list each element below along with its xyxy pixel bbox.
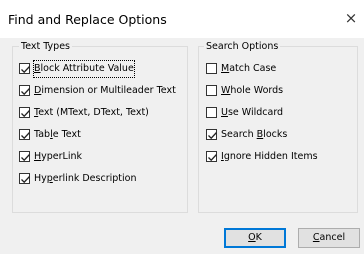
title-bar: Find and Replace Options × [0, 0, 364, 38]
checkbox-box[interactable] [19, 151, 30, 162]
ok-button[interactable]: OK [224, 228, 286, 248]
checkmark-icon [208, 132, 217, 140]
close-icon: × [344, 9, 358, 27]
checkbox-label: Text (MText, DText, Text) [34, 107, 149, 118]
text-types-legend: Text Types [19, 41, 73, 53]
checkmark-icon [21, 110, 30, 118]
checkbox-box[interactable] [19, 63, 30, 74]
checkmark-icon [21, 154, 30, 162]
checkbox-label: Match Case [221, 63, 277, 74]
checkbox-box[interactable] [206, 63, 217, 74]
checkbox-box[interactable] [19, 173, 30, 184]
text-types-group: Text Types Block Attribute Value Dimensi… [12, 41, 188, 213]
checkmark-icon [21, 88, 30, 96]
checkbox-box[interactable] [206, 129, 217, 140]
checkbox-label: Hyperlink Description [34, 173, 137, 184]
search-options-group: Search Options Match Case Whole Words Us… [198, 41, 358, 213]
checkbox-label: Use Wildcard [221, 107, 284, 118]
checkbox-label: Whole Words [221, 85, 284, 96]
checkbox-box[interactable] [206, 151, 217, 162]
checkbox-label: Table Text [34, 129, 81, 140]
checkbox-label: Block Attribute Value [33, 60, 135, 78]
checkmark-icon [21, 66, 30, 74]
checkbox-box[interactable] [19, 107, 30, 118]
checkmark-icon [21, 176, 30, 184]
checkbox-box[interactable] [19, 129, 30, 140]
checkbox-label: HyperLink [34, 151, 83, 162]
checkbox-label: Ignore Hidden Items [221, 151, 318, 162]
find-replace-options-dialog: Find and Replace Options × Text Types Bl… [0, 0, 364, 254]
dialog-title: Find and Replace Options [8, 12, 167, 27]
checkmark-icon [208, 154, 217, 162]
cancel-button[interactable]: Cancel [298, 228, 360, 248]
checkbox-label: Dimension or Multileader Text [34, 85, 176, 96]
checkbox-label: Search Blocks [221, 129, 288, 140]
checkbox-box[interactable] [206, 107, 217, 118]
checkbox-box[interactable] [19, 85, 30, 96]
checkbox-box[interactable] [206, 85, 217, 96]
close-button[interactable]: × [338, 3, 364, 33]
checkmark-icon [21, 132, 30, 140]
search-options-legend: Search Options [204, 41, 281, 53]
